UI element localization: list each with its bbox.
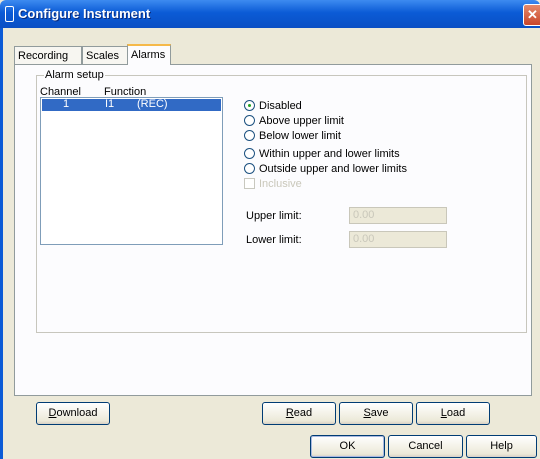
window-title: Configure Instrument — [18, 6, 151, 21]
radio-disabled[interactable]: Disabled — [244, 99, 302, 113]
read-button[interactable]: Read — [262, 402, 336, 425]
list-item[interactable]: 1 I1 (REC) — [42, 98, 221, 111]
download-label-post: ownload — [56, 407, 98, 419]
radio-dot-icon — [244, 129, 255, 141]
ok-button[interactable]: OK — [310, 435, 385, 458]
function-cell: I1 — [105, 98, 115, 110]
alarm-setup-label: Alarm setup — [44, 69, 105, 81]
load-label-post: oad — [446, 407, 466, 419]
radio-dot-icon — [244, 99, 255, 111]
tab-alarms[interactable]: Alarms — [127, 44, 171, 65]
tag-cell: (REC) — [137, 98, 168, 110]
help-button[interactable]: Help — [466, 435, 537, 458]
radio-below-lower-limit[interactable]: Below lower limit — [244, 129, 341, 143]
title-bar[interactable]: Configure Instrument ✕ — [0, 0, 540, 28]
lower-limit-input[interactable]: 0.00 — [349, 231, 447, 248]
cancel-button[interactable]: Cancel — [388, 435, 463, 458]
checkbox-label: Inclusive — [259, 178, 302, 190]
radio-label: Above upper limit — [259, 115, 344, 127]
radio-above-upper-limit[interactable]: Above upper limit — [244, 114, 344, 128]
load-button[interactable]: Load — [416, 402, 490, 425]
tab-scales[interactable]: Scales — [82, 46, 128, 64]
save-label-post: ave — [370, 407, 389, 419]
radio-dot-icon — [244, 114, 255, 126]
close-button[interactable]: ✕ — [523, 4, 540, 26]
download-button[interactable]: Download — [36, 402, 110, 425]
radio-label: Outside upper and lower limits — [259, 163, 407, 175]
radio-dot-icon — [244, 162, 255, 174]
radio-outside-limits[interactable]: Outside upper and lower limits — [244, 162, 407, 176]
read-label-key: R — [285, 407, 294, 419]
checkbox-icon — [244, 177, 255, 189]
upper-limit-label: Upper limit: — [246, 210, 302, 222]
radio-label: Below lower limit — [259, 130, 341, 142]
tab-recording[interactable]: Recording — [14, 46, 82, 64]
app-icon — [5, 6, 14, 22]
read-label-post: ead — [293, 407, 313, 419]
lower-limit-label: Lower limit: — [246, 234, 302, 246]
save-label-key: S — [363, 407, 371, 419]
radio-dot-icon — [244, 147, 255, 159]
channel-cell: 1 — [63, 98, 70, 110]
inclusive-checkbox[interactable]: Inclusive — [244, 177, 302, 191]
radio-label: Disabled — [259, 100, 302, 112]
save-button[interactable]: Save — [339, 402, 413, 425]
radio-within-limits[interactable]: Within upper and lower limits — [244, 147, 400, 161]
radio-label: Within upper and lower limits — [259, 148, 400, 160]
upper-limit-input[interactable]: 0.00 — [349, 207, 447, 224]
channel-list[interactable]: 1 I1 (REC) — [40, 97, 223, 245]
